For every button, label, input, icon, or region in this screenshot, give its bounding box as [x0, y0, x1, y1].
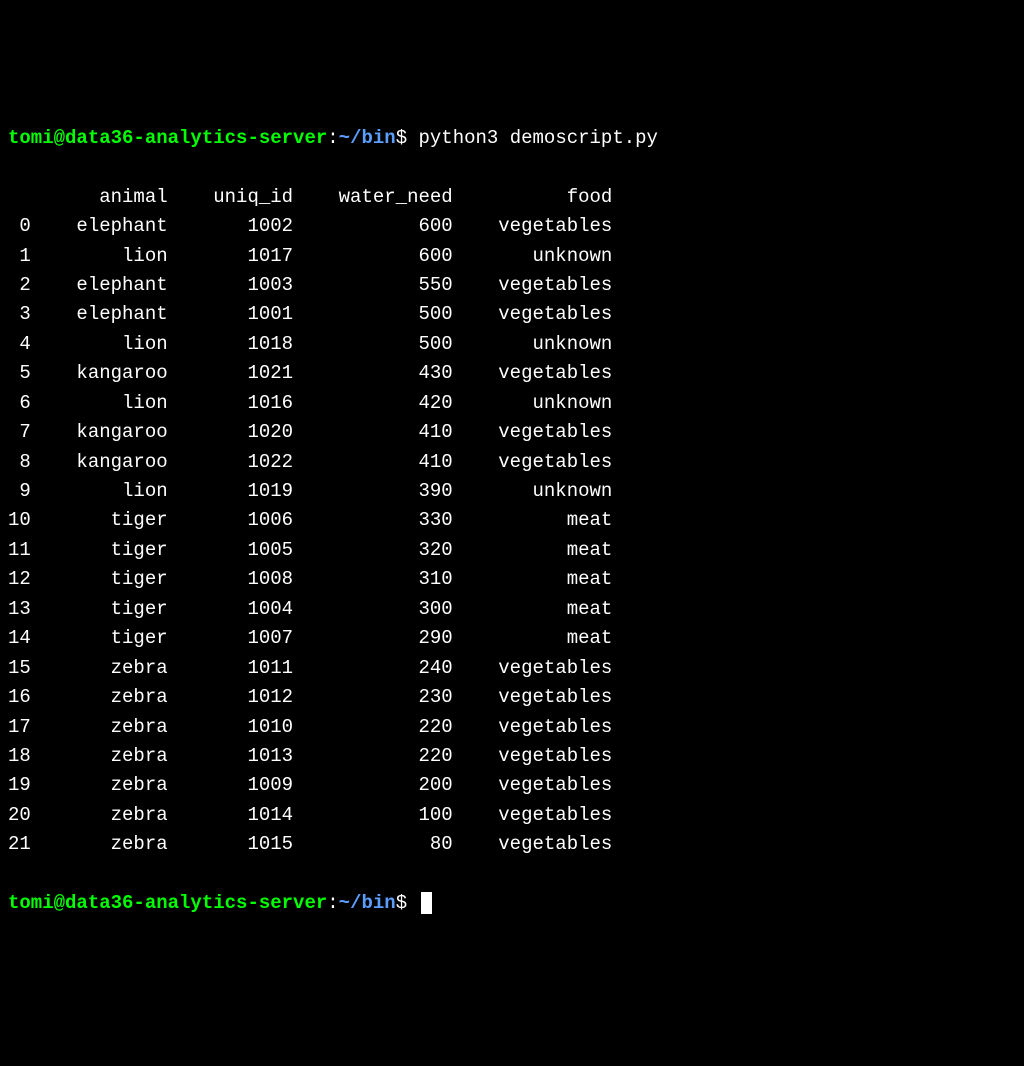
- table-header: animal uniq_id water_need food: [8, 183, 1016, 212]
- table-row: 3 elephant 1001 500 vegetables: [8, 300, 1016, 329]
- prompt-colon: :: [327, 892, 338, 914]
- prompt-dollar: $: [396, 127, 407, 149]
- prompt-colon: :: [327, 127, 338, 149]
- prompt-user: tomi@data36-analytics-server: [8, 127, 327, 149]
- prompt-path: ~/bin: [339, 892, 396, 914]
- table-row: 14 tiger 1007 290 meat: [8, 624, 1016, 653]
- prompt-line-2: tomi@data36-analytics-server:~/bin$: [8, 889, 1016, 918]
- table-row: 5 kangaroo 1021 430 vegetables: [8, 359, 1016, 388]
- table-row: 0 elephant 1002 600 vegetables: [8, 212, 1016, 241]
- table-row: 8 kangaroo 1022 410 vegetables: [8, 448, 1016, 477]
- table-row: 2 elephant 1003 550 vegetables: [8, 271, 1016, 300]
- table-row: 9 lion 1019 390 unknown: [8, 477, 1016, 506]
- table-row: 12 tiger 1008 310 meat: [8, 565, 1016, 594]
- prompt-line-1: tomi@data36-analytics-server:~/bin$ pyth…: [8, 124, 1016, 153]
- table-row: 16 zebra 1012 230 vegetables: [8, 683, 1016, 712]
- table-row: 15 zebra 1011 240 vegetables: [8, 654, 1016, 683]
- table-row: 4 lion 1018 500 unknown: [8, 330, 1016, 359]
- prompt-path: ~/bin: [339, 127, 396, 149]
- prompt-command[interactable]: python3 demoscript.py: [407, 127, 658, 149]
- table-row: 10 tiger 1006 330 meat: [8, 506, 1016, 535]
- table-row: 7 kangaroo 1020 410 vegetables: [8, 418, 1016, 447]
- table-row: 6 lion 1016 420 unknown: [8, 389, 1016, 418]
- table-row: 17 zebra 1010 220 vegetables: [8, 713, 1016, 742]
- table-row: 20 zebra 1014 100 vegetables: [8, 801, 1016, 830]
- table-row: 19 zebra 1009 200 vegetables: [8, 771, 1016, 800]
- table-output: animal uniq_id water_need food 0 elephan…: [8, 183, 1016, 860]
- table-row: 11 tiger 1005 320 meat: [8, 536, 1016, 565]
- table-row: 1 lion 1017 600 unknown: [8, 242, 1016, 271]
- table-row: 21 zebra 1015 80 vegetables: [8, 830, 1016, 859]
- table-row: 18 zebra 1013 220 vegetables: [8, 742, 1016, 771]
- prompt-dollar: $: [396, 892, 407, 914]
- cursor-icon[interactable]: [421, 892, 432, 914]
- table-row: 13 tiger 1004 300 meat: [8, 595, 1016, 624]
- prompt-user: tomi@data36-analytics-server: [8, 892, 327, 914]
